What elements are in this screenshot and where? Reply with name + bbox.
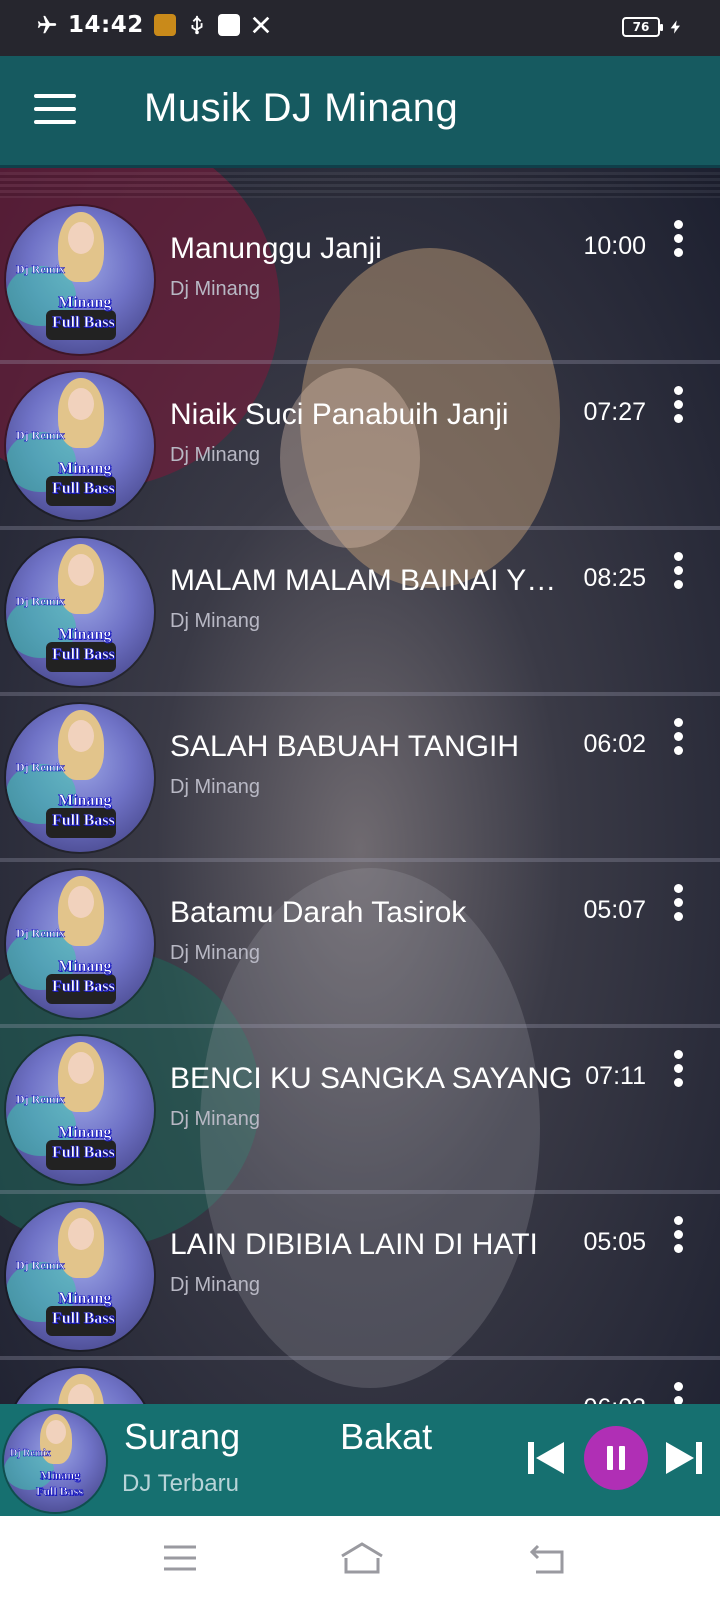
thumb-remix-text: Dj Remix — [16, 262, 65, 277]
more-options-icon[interactable] — [666, 220, 690, 260]
song-thumbnail: Dj Remix Minang Full Bass — [6, 1202, 154, 1350]
more-options-icon[interactable] — [666, 1050, 690, 1090]
thumb-remix-text: Dj Remix — [16, 1258, 65, 1273]
song-duration: 07:27 — [583, 398, 646, 426]
now-playing-thumbnail: Dj Remix Minang Full Bass — [4, 1410, 106, 1512]
mini-thumb-remix-text: Dj Remix — [10, 1448, 51, 1460]
more-options-icon[interactable] — [666, 718, 690, 758]
song-row[interactable]: Dj Remix Minang Full Bass LAIN DIBIBIA L… — [0, 1194, 720, 1360]
song-title: BENCI KU SANGKA SAYANG — [170, 1062, 573, 1095]
song-thumbnail: Dj Remix Minang Full Bass — [6, 1036, 154, 1184]
thumb-minang-text: Minang — [58, 958, 112, 976]
vpn-icon — [217, 14, 240, 36]
back-icon[interactable] — [528, 1540, 568, 1576]
app-bar: Musik DJ Minang — [0, 56, 720, 168]
song-artist: Dj Minang — [170, 776, 261, 798]
thumb-bass-text: Full Bass — [52, 812, 115, 830]
thumb-bass-text: Full Bass — [52, 314, 115, 332]
status-time: 14:42 — [68, 12, 144, 38]
app-title: Musik DJ Minang — [144, 86, 459, 130]
thumb-minang-text: Minang — [58, 1124, 112, 1142]
mini-player[interactable]: Dj Remix Minang Full Bass Surang Bakat D… — [0, 1404, 720, 1516]
song-duration: 08:25 — [583, 564, 646, 592]
thumb-minang-text: Minang — [58, 626, 112, 644]
home-icon[interactable] — [338, 1540, 386, 1576]
song-row[interactable]: Dj Remix Minang Full Bass Niaik Suci Pan… — [0, 364, 720, 530]
airplane-icon — [37, 15, 57, 34]
song-row[interactable]: Dj Remix Minang Full Bass BENCI KU SANGK… — [0, 1028, 720, 1194]
song-artist: Dj Minang — [170, 942, 261, 964]
song-artist: Dj Minang — [170, 278, 261, 300]
charging-icon — [670, 20, 680, 34]
thumb-bass-text: Full Bass — [52, 646, 115, 664]
usb-icon — [191, 15, 203, 35]
song-duration: 06:02 — [583, 730, 646, 758]
tools-icon — [252, 16, 270, 34]
more-options-icon[interactable] — [666, 386, 690, 426]
list-top-divider — [0, 172, 720, 198]
battery-level: 76 — [632, 20, 650, 34]
more-options-icon[interactable] — [666, 1216, 690, 1256]
hamburger-menu-icon[interactable] — [34, 94, 76, 128]
thumb-remix-text: Dj Remix — [16, 1092, 65, 1107]
thumb-remix-text: Dj Remix — [16, 428, 65, 443]
song-artist: Dj Minang — [170, 1108, 261, 1130]
song-title: Batamu Darah Tasirok — [170, 896, 467, 929]
app-notification-icon — [153, 14, 176, 36]
song-artist: Dj Minang — [170, 444, 261, 466]
now-playing-title-marquee: Surang Bakat — [124, 1416, 504, 1464]
song-title: MALAM MALAM BAINAI YO BADAN BAINAI — [170, 564, 574, 597]
song-thumbnail: Dj Remix Minang Full Bass — [6, 206, 154, 354]
song-duration: 05:05 — [583, 1228, 646, 1256]
thumb-minang-text: Minang — [58, 1290, 112, 1308]
song-duration: 10:00 — [583, 232, 646, 260]
thumb-bass-text: Full Bass — [52, 480, 115, 498]
song-list: Dj Remix Minang Full Bass Manunggu Janji… — [0, 198, 720, 1526]
system-navigation-bar — [0, 1516, 720, 1600]
song-title: SALAH BABUAH TANGIH — [170, 730, 519, 763]
song-thumbnail: Dj Remix Minang Full Bass — [6, 372, 154, 520]
song-duration: 05:07 — [583, 896, 646, 924]
thumb-bass-text: Full Bass — [52, 1144, 115, 1162]
now-playing-title: Surang Bakat — [124, 1416, 433, 1457]
song-row[interactable]: Dj Remix Minang Full Bass Manunggu Janji… — [0, 198, 720, 364]
song-row[interactable]: Dj Remix Minang Full Bass SALAH BABUAH T… — [0, 696, 720, 862]
recent-apps-icon[interactable] — [160, 1540, 200, 1576]
skip-next-icon[interactable] — [664, 1438, 704, 1478]
song-artist: Dj Minang — [170, 1274, 261, 1296]
mini-thumb-bass-text: Full Bass — [36, 1484, 84, 1499]
thumb-remix-text: Dj Remix — [16, 760, 65, 775]
thumb-minang-text: Minang — [58, 294, 112, 312]
song-artist: Dj Minang — [170, 610, 261, 632]
song-thumbnail: Dj Remix Minang Full Bass — [6, 870, 154, 1018]
thumb-minang-text: Minang — [58, 792, 112, 810]
thumb-remix-text: Dj Remix — [16, 594, 65, 609]
battery-indicator: 76 — [622, 17, 663, 37]
song-title: Niaik Suci Panabuih Janji — [170, 398, 509, 431]
thumb-bass-text: Full Bass — [52, 978, 115, 996]
song-title: Manunggu Janji — [170, 232, 382, 265]
pause-button[interactable] — [584, 1426, 648, 1490]
more-options-icon[interactable] — [666, 884, 690, 924]
song-thumbnail: Dj Remix Minang Full Bass — [6, 704, 154, 852]
mini-thumb-minang-text: Minang — [40, 1468, 81, 1483]
song-row[interactable]: Dj Remix Minang Full Bass MALAM MALAM BA… — [0, 530, 720, 696]
thumb-bass-text: Full Bass — [52, 1310, 115, 1328]
thumb-remix-text: Dj Remix — [16, 926, 65, 941]
now-playing-artist: DJ Terbaru — [122, 1470, 239, 1497]
song-thumbnail: Dj Remix Minang Full Bass — [6, 538, 154, 686]
song-row[interactable]: Dj Remix Minang Full Bass Batamu Darah T… — [0, 862, 720, 1028]
skip-previous-icon[interactable] — [526, 1438, 566, 1478]
song-duration: 07:11 — [585, 1062, 646, 1090]
mini-thumb-art: Dj Remix Minang Full Bass — [4, 1410, 106, 1512]
song-title: LAIN DIBIBIA LAIN DI HATI — [170, 1228, 538, 1261]
status-bar: 14:42 76 — [0, 0, 720, 56]
thumb-minang-text: Minang — [58, 460, 112, 478]
more-options-icon[interactable] — [666, 552, 690, 592]
